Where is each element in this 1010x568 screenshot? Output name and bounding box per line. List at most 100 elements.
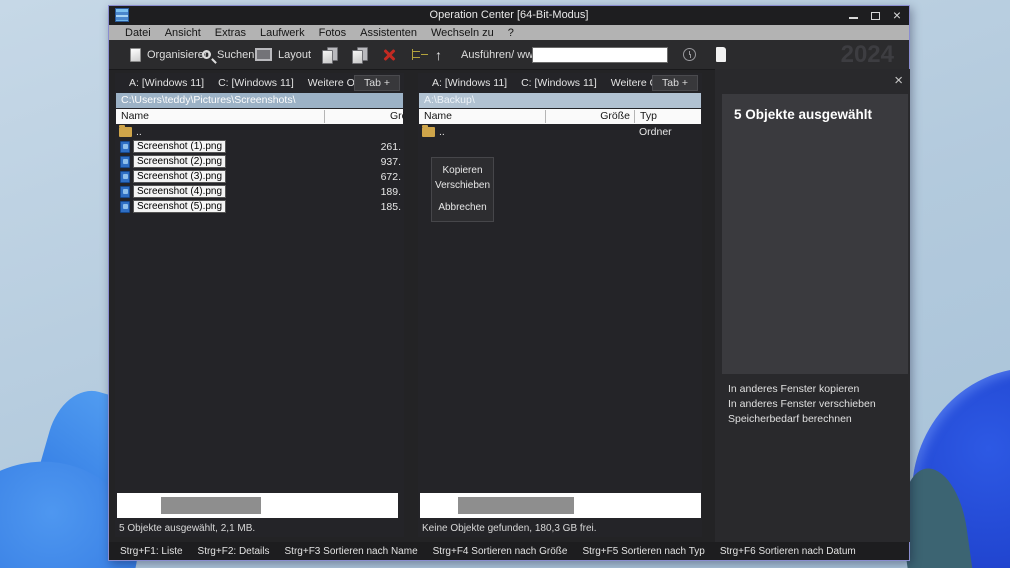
- right-horizontal-scrollbar[interactable]: [420, 493, 701, 518]
- page-icon: [716, 47, 726, 62]
- shortcut-hint[interactable]: Strg+F4 Sortieren nach Größe: [433, 546, 568, 557]
- selection-panel: 5 Objekte ausgewählt: [722, 94, 908, 374]
- menu-item[interactable]: Wechseln zu: [424, 27, 501, 39]
- minimize-button[interactable]: [848, 17, 858, 19]
- image-file-icon: [120, 185, 130, 198]
- maximize-button[interactable]: [870, 11, 880, 20]
- context-menu-item[interactable]: Abbrechen: [432, 200, 493, 215]
- parent-dir-label: ..: [439, 125, 445, 138]
- search-icon: [202, 50, 211, 59]
- context-menu-item[interactable]: Verschieben: [432, 178, 493, 193]
- file-row[interactable]: Screenshot (2).png 937.: [115, 154, 404, 169]
- sidebar-action-link[interactable]: In anderes Fenster kopieren: [728, 384, 876, 395]
- shortcut-bar: Strg+F1: Liste Strg+F2: Details Strg+F3 …: [109, 542, 909, 560]
- copy-button[interactable]: [322, 40, 339, 69]
- file-size: 189.: [380, 185, 401, 198]
- file-name: Screenshot (2).png: [133, 155, 227, 168]
- parent-dir-label: ..: [136, 125, 142, 138]
- column-name[interactable]: Name: [121, 109, 149, 124]
- folder-icon: [119, 124, 132, 137]
- menu-item[interactable]: Fotos: [312, 27, 354, 39]
- new-file-button[interactable]: [716, 40, 726, 69]
- desktop-wallpaper: Operation Center [64-Bit-Modus] × Datei …: [0, 0, 1010, 568]
- image-file-icon: [120, 200, 130, 213]
- clock-icon: [683, 48, 696, 61]
- left-column-header: Name Größe: [116, 109, 404, 124]
- new-tab-button[interactable]: Tab +: [354, 75, 400, 91]
- shortcut-hint[interactable]: Strg+F5 Sortieren nach Typ: [582, 546, 704, 557]
- sidebar-close-icon[interactable]: ×: [894, 73, 903, 88]
- right-file-pane: A: [Windows 11] C: [Windows 11] Weitere …: [418, 73, 702, 537]
- drive-tab[interactable]: C: [Windows 11]: [514, 77, 604, 89]
- menu-item[interactable]: Ansicht: [158, 27, 208, 39]
- left-horizontal-scrollbar[interactable]: [117, 493, 398, 518]
- drive-tab[interactable]: C: [Windows 11]: [211, 77, 301, 89]
- selection-heading: 5 Objekte ausgewählt: [734, 107, 873, 122]
- column-type[interactable]: Typ: [640, 109, 657, 124]
- scrollbar-thumb[interactable]: [458, 497, 574, 514]
- organize-button[interactable]: Organisieren: [130, 40, 210, 69]
- image-file-icon: [120, 170, 130, 183]
- sidebar-action-list: In anderes Fenster kopieren In anderes F…: [728, 384, 876, 425]
- run-input[interactable]: [532, 46, 668, 63]
- sidebar-action-link[interactable]: In anderes Fenster verschieben: [728, 399, 876, 410]
- column-size[interactable]: Größe: [547, 109, 630, 124]
- delete-button[interactable]: [382, 40, 396, 69]
- document-icon: [130, 47, 141, 62]
- file-row[interactable]: Screenshot (4).png 189.: [115, 184, 404, 199]
- tree-icon: [412, 49, 424, 60]
- close-button[interactable]: ×: [893, 7, 901, 24]
- shortcut-hint[interactable]: Strg+F6 Sortieren nach Datum: [720, 546, 856, 557]
- layout-label: Layout: [278, 48, 312, 61]
- menu-item[interactable]: Datei: [118, 27, 158, 39]
- toolbar: Organisieren Suchen Layout ↑ Ausführen/ …: [109, 40, 909, 70]
- scrollbar-thumb[interactable]: [161, 497, 261, 514]
- layout-button[interactable]: Layout: [255, 40, 311, 69]
- drive-tab[interactable]: A: [Windows 11]: [122, 77, 211, 89]
- left-status-text: 5 Objekte ausgewählt, 2,1 MB.: [119, 523, 256, 534]
- file-size: 937.: [380, 155, 401, 168]
- go-up-button[interactable]: ↑: [435, 40, 442, 69]
- file-name: Screenshot (1).png: [133, 140, 227, 153]
- tree-view-button[interactable]: [412, 40, 424, 69]
- title-bar[interactable]: Operation Center [64-Bit-Modus] ×: [109, 6, 909, 25]
- file-row[interactable]: Screenshot (1).png 261.: [115, 139, 404, 154]
- search-button[interactable]: Suchen: [202, 40, 254, 69]
- menu-item[interactable]: Extras: [208, 27, 253, 39]
- column-divider[interactable]: [545, 110, 546, 123]
- file-size: 185.: [380, 200, 401, 213]
- new-tab-button[interactable]: Tab +: [652, 75, 698, 91]
- shortcut-hint[interactable]: Strg+F1: Liste: [120, 546, 183, 557]
- parent-dir-row[interactable]: .. Ordner: [418, 124, 702, 139]
- context-menu-item[interactable]: Kopieren: [432, 163, 493, 178]
- up-arrow-icon: ↑: [435, 46, 442, 63]
- file-row[interactable]: Screenshot (5).png 185.: [115, 199, 404, 214]
- column-divider[interactable]: [634, 110, 635, 123]
- file-name: Screenshot (5).png: [133, 200, 227, 213]
- menu-item[interactable]: Assistenten: [353, 27, 424, 39]
- file-row[interactable]: Screenshot (3).png 672.: [115, 169, 404, 184]
- left-path-bar[interactable]: C:\Users\teddy\Pictures\Screenshots\: [116, 93, 403, 108]
- shortcut-hint[interactable]: Strg+F2: Details: [198, 546, 270, 557]
- image-file-icon: [120, 155, 130, 168]
- column-name[interactable]: Name: [424, 109, 452, 124]
- column-divider[interactable]: [324, 110, 325, 123]
- delete-x-icon: [382, 48, 396, 62]
- drive-tab[interactable]: A: [Windows 11]: [425, 77, 514, 89]
- right-path-bar[interactable]: A:\Backup\: [419, 93, 701, 108]
- sidebar-action-link[interactable]: Speicherbedarf berechnen: [728, 414, 876, 425]
- menu-item[interactable]: Laufwerk: [253, 27, 312, 39]
- menu-bar: Datei Ansicht Extras Laufwerk Fotos Assi…: [109, 25, 909, 40]
- parent-dir-row[interactable]: ..: [115, 124, 404, 139]
- column-size[interactable]: Größe: [390, 109, 404, 124]
- menu-item[interactable]: ?: [501, 27, 521, 39]
- duplicate-button[interactable]: [352, 40, 369, 69]
- search-label: Suchen: [217, 48, 255, 61]
- image-file-icon: [120, 140, 130, 153]
- window-title: Operation Center [64-Bit-Modus]: [429, 9, 589, 21]
- app-window: Operation Center [64-Bit-Modus] × Datei …: [108, 5, 910, 561]
- history-button[interactable]: [683, 40, 696, 69]
- file-size: 672.: [380, 170, 401, 183]
- left-file-list: Screenshot (1).png 261. Screenshot (2).p…: [115, 139, 404, 214]
- shortcut-hint[interactable]: Strg+F3 Sortieren nach Name: [285, 546, 418, 557]
